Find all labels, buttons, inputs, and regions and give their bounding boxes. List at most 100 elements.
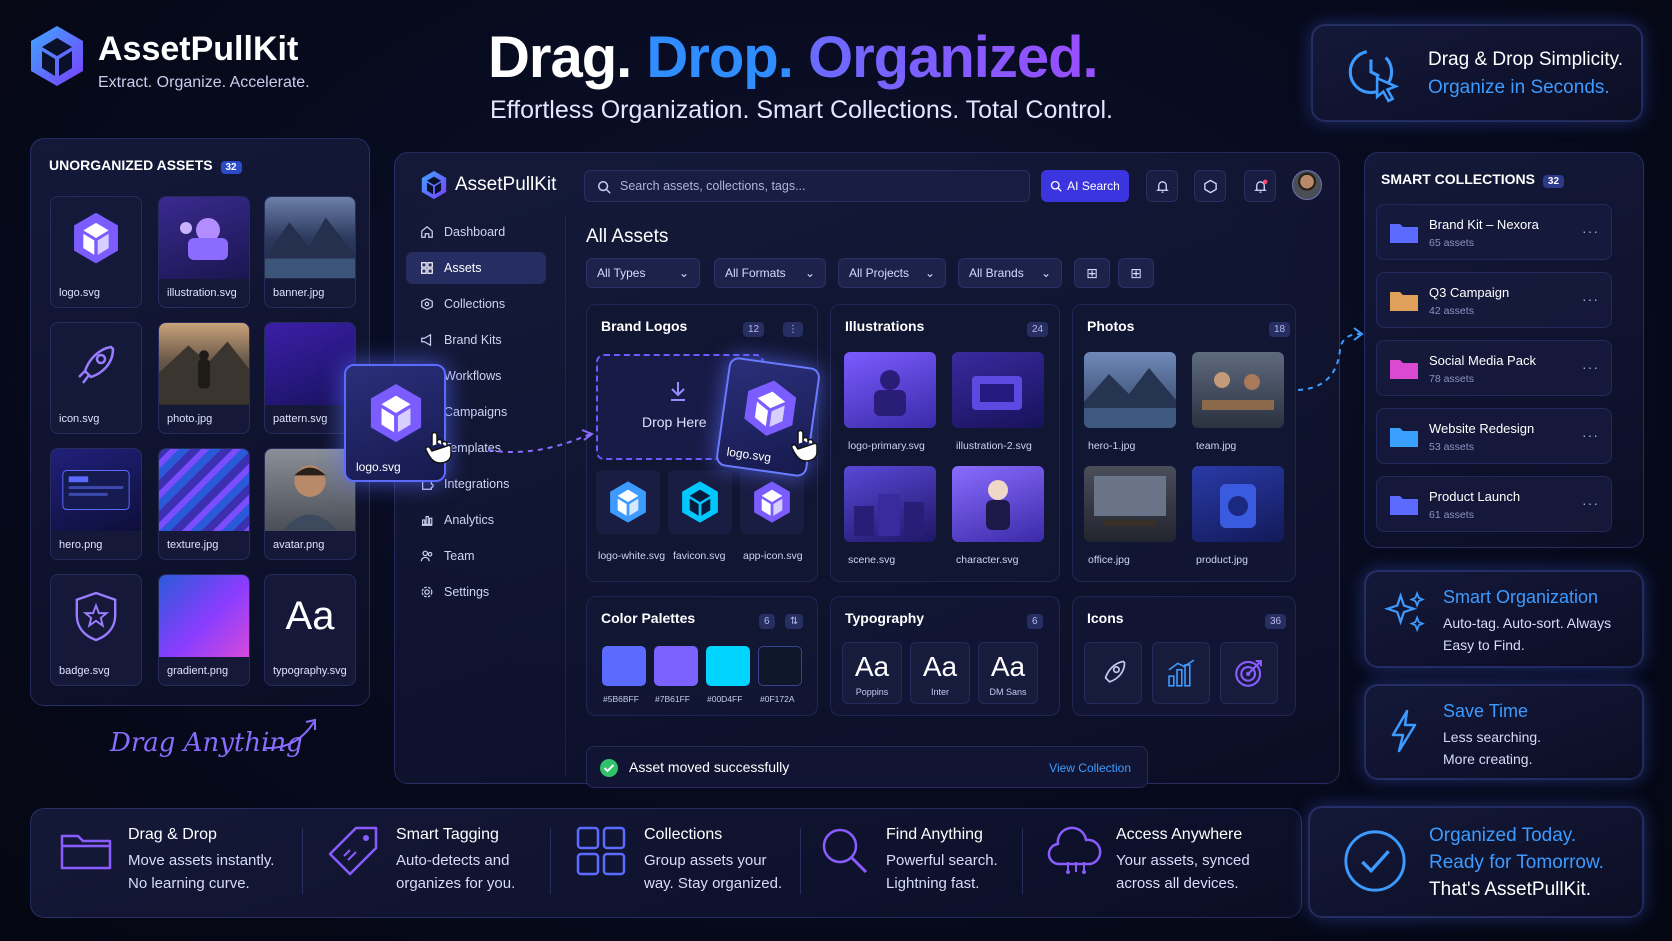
asset-tile-avatar[interactable]: avatar.png: [264, 448, 356, 560]
smart-collection-item[interactable]: Q3 Campaign 42 assets ···: [1376, 272, 1612, 328]
more-icon[interactable]: ⋮: [783, 322, 803, 337]
grid-view-button[interactable]: ⊞: [1074, 258, 1110, 288]
font-card[interactable]: Aa DM Sans: [978, 642, 1038, 704]
folder-icon: [1390, 360, 1418, 379]
app-icon-thumb[interactable]: [740, 470, 804, 534]
sidebar-item-brand-kits[interactable]: Brand Kits: [406, 324, 546, 356]
asset-tile-icon[interactable]: icon.svg: [50, 322, 142, 434]
icon-card-target[interactable]: [1220, 642, 1278, 704]
font-card[interactable]: Aa Inter: [910, 642, 970, 704]
notification-button[interactable]: [1146, 170, 1178, 202]
sidebar-item-dashboard[interactable]: Dashboard: [406, 216, 546, 248]
smart-collection-item[interactable]: Social Media Pack 78 assets ···: [1376, 340, 1612, 396]
cube-outline-icon: [1203, 179, 1217, 193]
illustration-thumb[interactable]: [844, 466, 936, 542]
color-swatch[interactable]: [602, 646, 646, 686]
asset-tile-hero[interactable]: hero.png: [50, 448, 142, 560]
bell-alert-icon: [1253, 179, 1267, 193]
more-options-icon[interactable]: ···: [1582, 223, 1599, 239]
ai-search-button[interactable]: AI Search: [1041, 170, 1129, 202]
settings-shortcut-button[interactable]: [1194, 170, 1226, 202]
illustration-thumb[interactable]: [844, 352, 936, 428]
smart-collection-item[interactable]: Website Redesign 53 assets ···: [1376, 408, 1612, 464]
more-options-icon[interactable]: ···: [1582, 427, 1599, 443]
photo-thumb[interactable]: [1192, 352, 1284, 428]
asset-tile-logo[interactable]: logo.svg: [50, 196, 142, 308]
target-icon: [1235, 660, 1262, 687]
hiker-photo-thumb: [159, 323, 249, 405]
favicon-thumb[interactable]: [668, 470, 732, 534]
sidebar-item-team[interactable]: Team: [406, 540, 546, 572]
icon-card-chart[interactable]: [1152, 642, 1210, 704]
smart-collection-item[interactable]: Product Launch 61 assets ···: [1376, 476, 1612, 532]
smart-collection-item[interactable]: Brand Kit – Nexora 65 assets ···: [1376, 204, 1612, 260]
chevron-down-icon: ⌄: [678, 266, 689, 280]
chevron-down-icon: ⌄: [924, 266, 935, 280]
sidebar-item-assets[interactable]: Assets: [406, 252, 546, 284]
divider: [302, 828, 303, 894]
dragged-asset-card[interactable]: logo.svg: [344, 364, 446, 482]
grid-icon: ⊞: [1086, 264, 1098, 281]
filter-formats[interactable]: All Formats ⌄: [714, 258, 826, 288]
asset-tile-banner[interactable]: banner.jpg: [264, 196, 356, 308]
search-icon: [1050, 180, 1062, 192]
toast-message: Asset moved successfully: [629, 759, 790, 775]
logo-white-thumb[interactable]: [596, 470, 660, 534]
color-swatch[interactable]: [706, 646, 750, 686]
rocket-icon: [1104, 660, 1126, 683]
closing-line2: Ready for Tomorrow.: [1429, 852, 1604, 873]
feature-title: Drag & Drop: [128, 826, 217, 843]
feature-title: Find Anything: [886, 826, 983, 843]
illustration-thumb[interactable]: [952, 352, 1044, 428]
asset-tile-photo[interactable]: photo.jpg: [158, 322, 250, 434]
more-options-icon[interactable]: ···: [1582, 359, 1599, 375]
illustration-thumb[interactable]: [952, 466, 1044, 542]
asset-tile-texture[interactable]: texture.jpg: [158, 448, 250, 560]
asset-tile-pattern[interactable]: pattern.svg: [264, 322, 356, 434]
cube-icon: [754, 481, 790, 523]
shield-star-icon: [51, 575, 141, 657]
color-swatch[interactable]: [758, 646, 802, 686]
chevron-down-icon: ⌄: [804, 266, 815, 280]
asset-tile-illustration[interactable]: illustration.svg: [158, 196, 250, 308]
filter-brands[interactable]: All Brands ⌄: [958, 258, 1062, 288]
feature-desc: way. Stay organized.: [644, 875, 783, 892]
asset-tile-typography[interactable]: Aa typography.svg: [264, 574, 356, 686]
cube-icon: [51, 197, 141, 279]
filter-label: All Types: [597, 266, 646, 280]
color-swatch[interactable]: [654, 646, 698, 686]
filter-projects[interactable]: All Projects ⌄: [838, 258, 946, 288]
sidebar-item-analytics[interactable]: Analytics: [406, 504, 546, 536]
sidebar-item-label: Analytics: [444, 513, 495, 527]
user-avatar[interactable]: [1292, 170, 1322, 200]
photo-thumb[interactable]: [1084, 352, 1176, 428]
sidebar-item-settings[interactable]: Settings: [406, 576, 546, 608]
check-circle-icon: [600, 759, 618, 777]
sidebar-item-collections[interactable]: Collections: [406, 288, 546, 320]
icon-card-rocket[interactable]: [1084, 642, 1142, 704]
font-card[interactable]: Aa Poppins: [842, 642, 902, 704]
view-collection-link[interactable]: View Collection: [1049, 761, 1131, 775]
search-input[interactable]: Search assets, collections, tags...: [584, 170, 1030, 202]
asset-tile-badge[interactable]: badge.svg: [50, 574, 142, 686]
filter-types[interactable]: All Types ⌄: [586, 258, 700, 288]
sidebar-item-label: Brand Kits: [444, 333, 502, 347]
photo-thumb[interactable]: [1084, 466, 1176, 542]
sort-icon[interactable]: ⇅: [785, 614, 804, 629]
more-options-icon[interactable]: ···: [1582, 291, 1599, 307]
layers-icon: [421, 262, 433, 274]
lightning-icon: [1391, 709, 1417, 753]
asset-tile-gradient[interactable]: gradient.png: [158, 574, 250, 686]
sidebar-item-label: Campaigns: [444, 405, 508, 419]
asset-label: avatar.png: [273, 539, 325, 551]
top-right-card: Drag & Drop Simplicity. Organize in Seco…: [1311, 24, 1643, 122]
feature-desc: Lightning fast.: [886, 875, 980, 892]
count-badge: 6: [759, 614, 775, 629]
alerts-button[interactable]: [1244, 170, 1276, 202]
photo-thumb[interactable]: [1192, 466, 1284, 542]
asset-label: photo.jpg: [167, 413, 213, 425]
brand-name: AssetPullKit: [98, 30, 299, 68]
save-time-card: Save Time Less searching. More creating.: [1364, 684, 1644, 780]
list-view-button[interactable]: ⊞: [1118, 258, 1154, 288]
more-options-icon[interactable]: ···: [1582, 495, 1599, 511]
